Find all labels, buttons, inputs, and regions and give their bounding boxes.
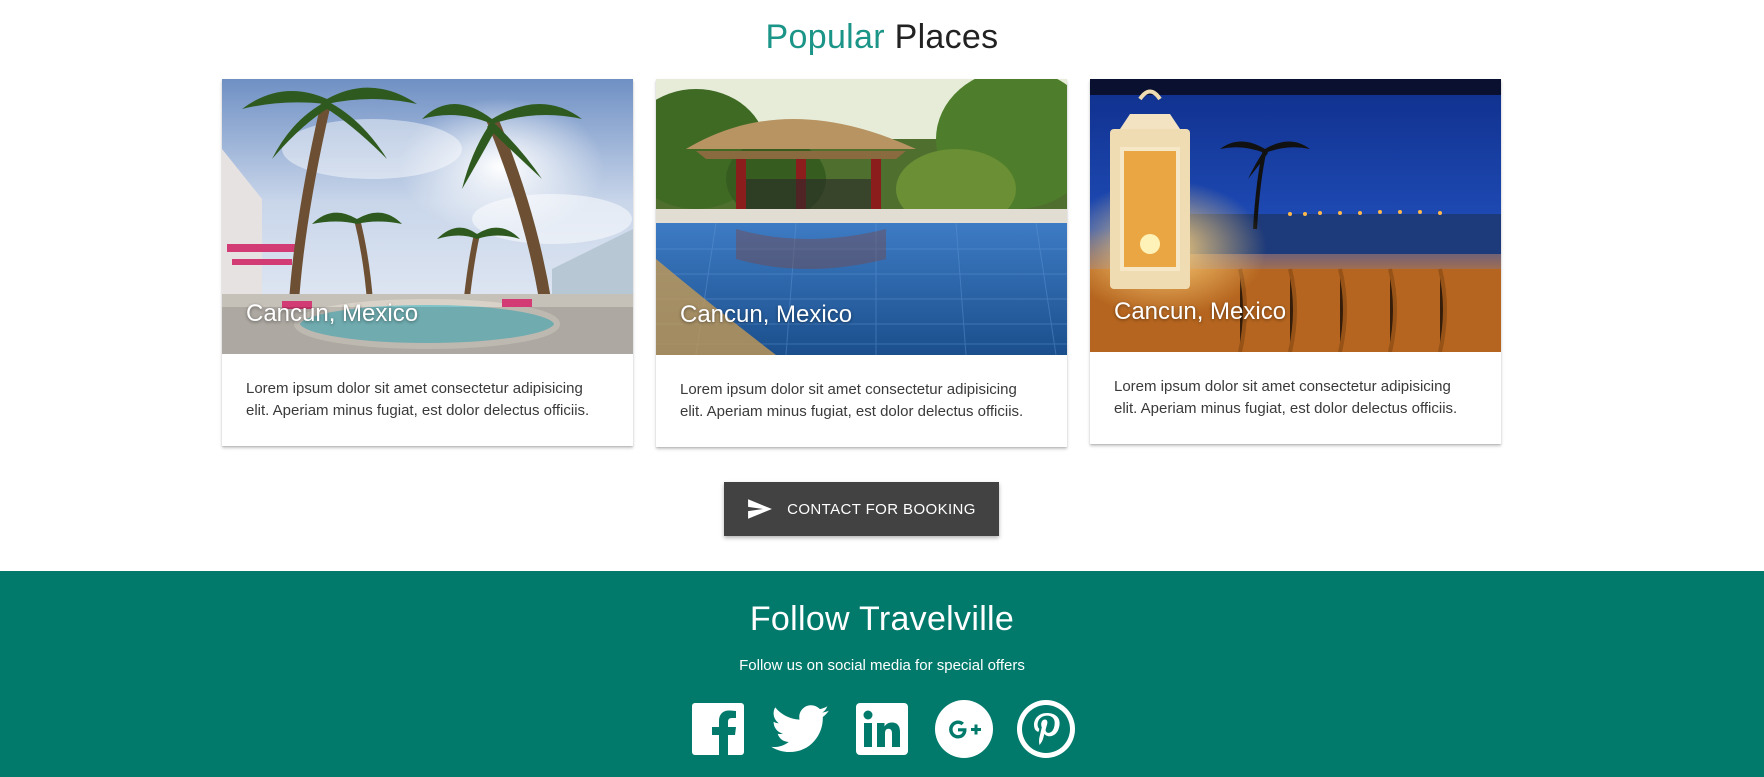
twitter-icon[interactable] — [771, 699, 829, 759]
linkedin-icon[interactable] — [853, 699, 911, 759]
section-title-rest: Places — [894, 18, 999, 56]
google-plus-icon[interactable] — [935, 699, 993, 759]
place-card[interactable]: Cancun, Mexico Lorem ipsum dolor sit ame… — [1090, 79, 1501, 444]
place-card[interactable]: Cancun, Mexico Lorem ipsum dolor sit ame… — [222, 79, 633, 446]
pinterest-icon[interactable] — [1017, 699, 1075, 759]
cta-label: CONTACT FOR BOOKING — [787, 500, 976, 518]
card-text: Lorem ipsum dolor sit amet consectetur a… — [680, 381, 1024, 420]
card-caption: Cancun, Mexico — [1114, 298, 1287, 325]
follow-footer: Follow Travelville Follow us on social m… — [0, 571, 1764, 777]
card-text: Lorem ipsum dolor sit amet consectetur a… — [1114, 378, 1458, 417]
card-image: Cancun, Mexico — [1090, 79, 1501, 352]
section-title-accent: Popular — [765, 18, 885, 56]
card-text: Lorem ipsum dolor sit amet consectetur a… — [246, 380, 590, 419]
card-image: Cancun, Mexico — [222, 79, 633, 354]
card-image: Cancun, Mexico — [656, 79, 1067, 355]
card-caption: Cancun, Mexico — [680, 301, 853, 328]
card-caption: Cancun, Mexico — [246, 300, 419, 327]
send-icon — [747, 498, 773, 520]
place-card[interactable]: Cancun, Mexico Lorem ipsum dolor sit ame… — [656, 79, 1067, 447]
section-title: Popular Places — [0, 18, 1764, 57]
popular-places-section: Popular Places Cancun, Mexico Lorem ipsu… — [0, 0, 1764, 571]
footer-subtitle: Follow us on social media for special of… — [739, 657, 1025, 674]
footer-title: Follow Travelville — [749, 600, 1015, 638]
facebook-icon[interactable] — [689, 699, 747, 759]
social-links — [0, 699, 1764, 759]
contact-for-booking-button[interactable]: CONTACT FOR BOOKING — [724, 482, 999, 536]
